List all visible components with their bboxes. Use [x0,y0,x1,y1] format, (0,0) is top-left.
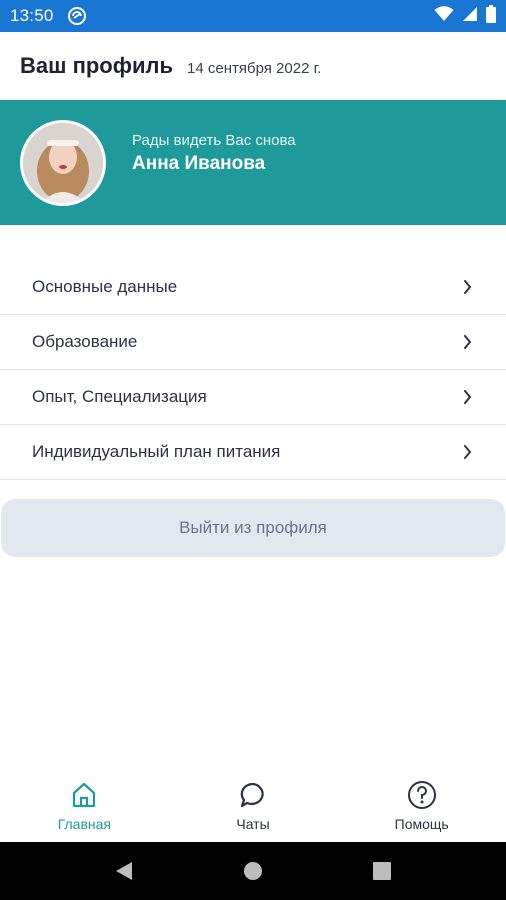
home-icon [69,780,99,810]
page-header: Ваш профиль 14 сентября 2022 г. [0,32,506,100]
bottom-nav: Главная Чаты Помощь [0,770,506,842]
greeting-block: Рады видеть Вас снова Анна Иванова [132,132,296,175]
sync-circle-icon [67,7,86,25]
tab-chats[interactable]: Чаты [169,770,338,842]
greeting-text: Рады видеть Вас снова [132,132,296,149]
chevron-right-icon [460,335,474,349]
page-title: Ваш профиль [20,53,174,78]
status-bar: 13:50 [0,0,506,32]
tab-label: Помощь [394,816,449,832]
tab-home[interactable]: Главная [0,770,169,842]
profile-menu: Основные данные Образование Опыт, Специа… [0,260,506,480]
back-icon[interactable] [104,851,144,891]
tab-label: Главная [57,816,111,832]
tab-label: Чаты [236,816,270,832]
page-date: 14 сентября 2022 г. [187,59,322,77]
status-icons [434,4,496,28]
signal-icon [462,6,478,27]
menu-item-nutrition-plan[interactable]: Индивидуальный план питания [0,425,506,480]
chevron-right-icon [460,390,474,404]
profile-banner: Рады видеть Вас снова Анна Иванова [0,100,506,225]
logout-button[interactable]: Выйти из профиля [1,499,505,557]
battery-icon [486,4,496,28]
chat-icon [238,780,268,810]
home-circle-icon[interactable] [233,851,273,891]
menu-item-basic-data[interactable]: Основные данные [0,260,506,315]
menu-item-education[interactable]: Образование [0,315,506,370]
menu-item-experience[interactable]: Опыт, Специализация [0,370,506,425]
wifi-icon [434,5,454,27]
user-avatar[interactable] [20,119,106,206]
recents-icon[interactable] [362,851,402,891]
menu-item-label: Образование [32,332,138,351]
chevron-right-icon [460,445,474,459]
user-name: Анна Иванова [132,153,266,174]
status-time: 13:50 [10,6,54,25]
system-nav-bar [0,842,506,900]
menu-item-label: Индивидуальный план питания [32,442,281,461]
menu-item-label: Опыт, Специализация [32,387,207,406]
help-icon [407,780,437,810]
chevron-right-icon [460,280,474,294]
menu-item-label: Основные данные [32,277,178,296]
tab-help[interactable]: Помощь [337,770,506,842]
